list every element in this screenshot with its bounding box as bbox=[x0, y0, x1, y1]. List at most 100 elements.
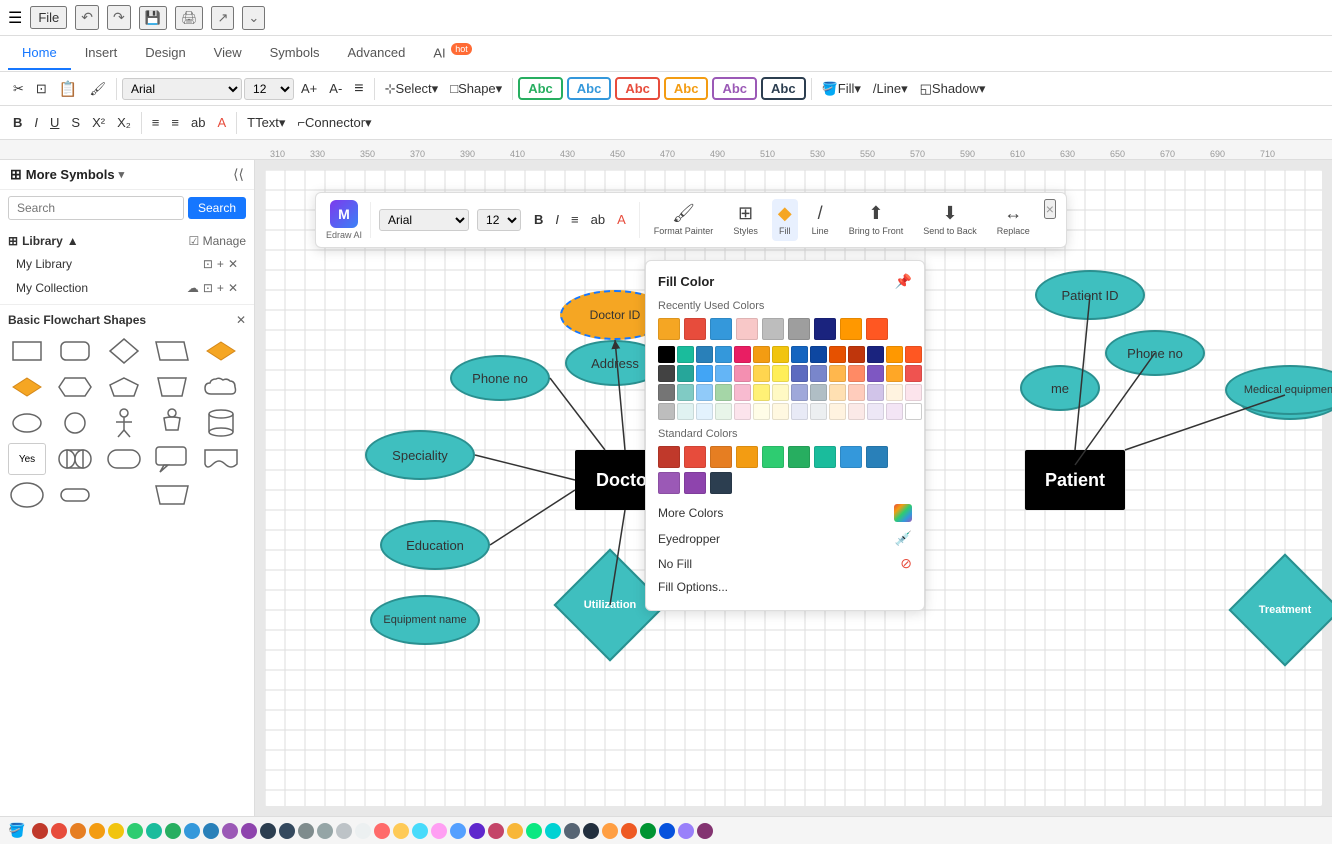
shape-trapezoid[interactable] bbox=[153, 371, 191, 403]
strikethrough-button[interactable]: S bbox=[66, 112, 85, 133]
tab-advanced[interactable]: Advanced bbox=[333, 37, 419, 70]
color-pink7[interactable] bbox=[848, 403, 865, 420]
font-select[interactable]: Arial Times New Roman bbox=[122, 78, 242, 100]
select-button[interactable]: ⊹ Select ▾ bbox=[380, 78, 444, 100]
color-blue13[interactable] bbox=[696, 403, 713, 420]
color-yellow7[interactable] bbox=[886, 384, 903, 401]
color-pink3[interactable] bbox=[734, 384, 751, 401]
bottom-color-4[interactable] bbox=[89, 823, 105, 839]
bottom-color-11[interactable] bbox=[222, 823, 238, 839]
italic-button[interactable]: I bbox=[29, 112, 43, 133]
fill-options-option[interactable]: Fill Options... bbox=[658, 576, 912, 598]
cut-button[interactable]: ✂ bbox=[8, 78, 29, 100]
bottom-color-12[interactable] bbox=[241, 823, 257, 839]
ft-line-tool[interactable]: / Line bbox=[806, 199, 835, 241]
ft-bold-button[interactable]: B bbox=[529, 209, 548, 230]
print-button[interactable]: 🖨 bbox=[175, 6, 204, 30]
bottom-color-33[interactable] bbox=[640, 823, 656, 839]
shape-pentagon[interactable] bbox=[105, 371, 143, 403]
indent[interactable]: ab bbox=[186, 112, 210, 133]
color-blue7[interactable] bbox=[791, 365, 808, 382]
tab-home[interactable]: Home bbox=[8, 37, 71, 70]
paste-button[interactable]: 📋 bbox=[54, 77, 83, 101]
shape-wavy[interactable] bbox=[202, 443, 240, 475]
ft-fill-tool[interactable]: ◆ Fill bbox=[772, 199, 798, 241]
color-blue10[interactable] bbox=[715, 384, 732, 401]
recent-color-5[interactable] bbox=[762, 318, 784, 340]
subscript-button[interactable]: X₂ bbox=[112, 112, 136, 133]
bottom-color-25[interactable] bbox=[488, 823, 504, 839]
color-blue9[interactable] bbox=[696, 384, 713, 401]
shape-parallelogram[interactable] bbox=[153, 335, 191, 367]
bottom-color-13[interactable] bbox=[260, 823, 276, 839]
search-button[interactable]: Search bbox=[188, 197, 246, 219]
ft-color-button[interactable]: A bbox=[612, 209, 631, 230]
share-button[interactable]: ↗ bbox=[211, 6, 234, 30]
bottom-color-17[interactable] bbox=[336, 823, 352, 839]
color-white1[interactable] bbox=[886, 403, 903, 420]
bottom-color-7[interactable] bbox=[146, 823, 162, 839]
color-blue3[interactable] bbox=[791, 346, 808, 363]
patient-rect[interactable]: Patient bbox=[1025, 450, 1125, 510]
my-collection-close-icon[interactable]: ✕ bbox=[228, 281, 238, 295]
phone-no-left-shape[interactable]: Phone no bbox=[450, 355, 550, 401]
color-blue12[interactable] bbox=[810, 384, 827, 401]
color-white2[interactable] bbox=[905, 403, 922, 420]
recent-color-3[interactable] bbox=[710, 318, 732, 340]
color-orange1[interactable] bbox=[753, 346, 770, 363]
shape-yes[interactable]: Yes bbox=[8, 443, 46, 475]
bottom-color-31[interactable] bbox=[602, 823, 618, 839]
shape-diamond[interactable] bbox=[105, 335, 143, 367]
shape-stadium[interactable] bbox=[56, 443, 94, 475]
manage-button[interactable]: ☑ Manage bbox=[189, 234, 246, 248]
clear-formatting[interactable]: ≡ bbox=[349, 77, 368, 101]
ft-bring-front-tool[interactable]: ⬆ Bring to Front bbox=[843, 199, 910, 241]
bottom-color-2[interactable] bbox=[51, 823, 67, 839]
shape-yellow-diamond1[interactable] bbox=[202, 335, 240, 367]
font-color[interactable]: A bbox=[212, 112, 231, 133]
std-color-6[interactable] bbox=[788, 446, 810, 468]
color-blue5[interactable] bbox=[696, 365, 713, 382]
tab-design[interactable]: Design bbox=[131, 37, 199, 70]
color-orange2[interactable] bbox=[829, 346, 846, 363]
shape-cloud[interactable] bbox=[202, 371, 240, 403]
color-orange9[interactable] bbox=[829, 403, 846, 420]
color-yellow1[interactable] bbox=[772, 346, 789, 363]
align-left[interactable]: ≡ bbox=[147, 112, 165, 133]
color-teal1[interactable] bbox=[677, 346, 694, 363]
bottom-color-26[interactable] bbox=[507, 823, 523, 839]
fill-dropper-icon[interactable]: 🪣 bbox=[8, 822, 25, 839]
shape-trapezoid2[interactable] bbox=[153, 479, 191, 511]
recent-color-2[interactable] bbox=[684, 318, 706, 340]
recent-color-6[interactable] bbox=[788, 318, 810, 340]
bottom-color-5[interactable] bbox=[108, 823, 124, 839]
color-blue4[interactable] bbox=[810, 346, 827, 363]
color-gray4[interactable] bbox=[810, 403, 827, 420]
line-button[interactable]: / Line ▾ bbox=[868, 78, 913, 100]
bottom-color-6[interactable] bbox=[127, 823, 143, 839]
utilization-shape[interactable]: Utilization bbox=[570, 565, 650, 645]
std-color-9[interactable] bbox=[866, 446, 888, 468]
std-color-8[interactable] bbox=[840, 446, 862, 468]
save-button[interactable]: 💾 bbox=[139, 6, 167, 30]
ft-close-button[interactable]: × bbox=[1044, 199, 1056, 219]
bottom-color-18[interactable] bbox=[355, 823, 371, 839]
redo-button[interactable]: ↷ bbox=[107, 5, 131, 30]
recent-color-4[interactable] bbox=[736, 318, 758, 340]
eyedropper-option[interactable]: Eyedropper 💉 bbox=[658, 526, 912, 551]
color-blue6[interactable] bbox=[715, 365, 732, 382]
color-pink4[interactable] bbox=[848, 384, 865, 401]
bottom-color-22[interactable] bbox=[431, 823, 447, 839]
std-color-5[interactable] bbox=[762, 446, 784, 468]
shape-button[interactable]: □ Shape ▾ bbox=[445, 78, 507, 100]
color-blue1[interactable] bbox=[696, 346, 713, 363]
color-yellow9[interactable] bbox=[772, 403, 789, 420]
underline-button[interactable]: U bbox=[45, 112, 64, 133]
patient-id-shape[interactable]: Patient ID bbox=[1035, 270, 1145, 320]
style-btn-2[interactable]: Abc bbox=[567, 77, 612, 100]
education-shape[interactable]: Education bbox=[380, 520, 490, 570]
speciality-shape[interactable]: Speciality bbox=[365, 430, 475, 480]
shape-rect-rounded2[interactable] bbox=[105, 443, 143, 475]
my-collection-import-icon[interactable]: ⊡ bbox=[203, 281, 213, 295]
font-size-decrease[interactable]: A- bbox=[324, 78, 347, 99]
